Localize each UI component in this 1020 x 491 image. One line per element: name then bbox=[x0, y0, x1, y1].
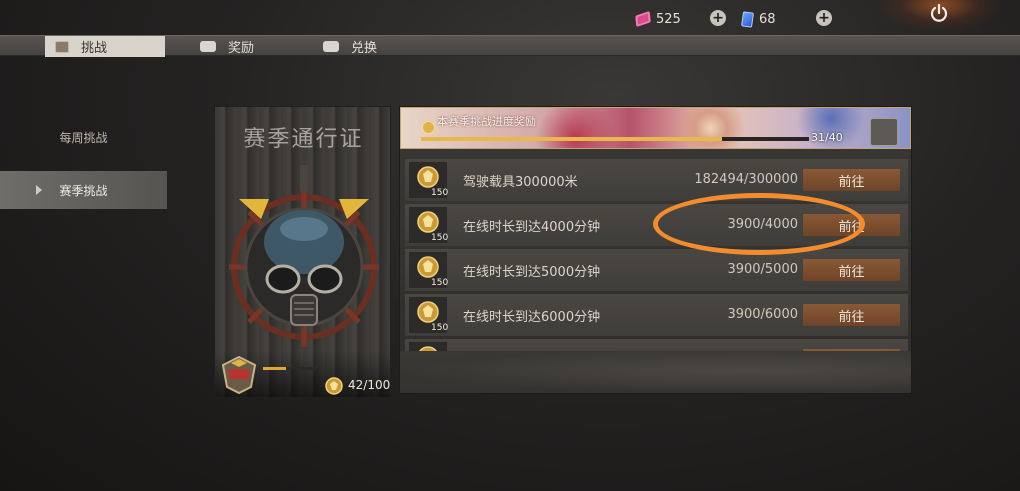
power-icon[interactable] bbox=[929, 3, 949, 23]
tab-label: 兑换 bbox=[351, 41, 378, 56]
challenge-title: 在线时长到达5000分钟 bbox=[463, 265, 601, 280]
level-badge-icon bbox=[221, 355, 257, 395]
challenge-icon bbox=[55, 40, 69, 53]
goto-button[interactable]: 前往 bbox=[803, 169, 900, 191]
medal-coin-icon bbox=[417, 166, 439, 188]
tab-label: 挑战 bbox=[81, 41, 108, 56]
pass-title: 赛季通行证 bbox=[243, 127, 364, 152]
challenge-panel: 本赛季挑战进度奖励 31/40 150 驾驶载具300000米 182494/3… bbox=[399, 106, 912, 394]
card-amount: 68 bbox=[759, 11, 776, 27]
medal-coin-icon bbox=[417, 211, 439, 233]
tab-label: 奖励 bbox=[228, 41, 255, 56]
coin-icon bbox=[325, 377, 343, 395]
reward-icon-box: 150 bbox=[409, 297, 449, 333]
reward-amount: 150 bbox=[431, 233, 449, 243]
banner-label: 本赛季挑战进度奖励 bbox=[437, 115, 536, 128]
challenge-progress: 3900/6000 bbox=[727, 307, 798, 322]
goto-button[interactable]: 前往 bbox=[803, 259, 900, 281]
pass-progress-bar bbox=[263, 367, 317, 370]
reward-amount: 150 bbox=[431, 278, 449, 288]
annotation-circle bbox=[653, 193, 865, 255]
sidebar-item-season[interactable]: 赛季挑战 bbox=[0, 171, 167, 209]
ticket-currency: 525 bbox=[635, 9, 681, 29]
season-pass-card[interactable]: 赛季通行证 42/100 bbox=[214, 106, 391, 398]
reward-chest-icon[interactable] bbox=[870, 118, 898, 146]
challenge-list[interactable]: 150 驾驶载具300000米 182494/300000 前往 150 在线时… bbox=[405, 159, 908, 351]
tab-bar: 挑战 奖励 兑换 bbox=[0, 35, 1020, 57]
reward-box-icon bbox=[200, 41, 216, 52]
add-ticket-button[interactable]: + bbox=[710, 10, 726, 26]
sidebar-item-weekly[interactable]: 每周挑战 bbox=[0, 118, 167, 156]
medal-coin-icon bbox=[417, 301, 439, 323]
reward-amount: 150 bbox=[431, 323, 449, 333]
ticket-icon bbox=[635, 10, 651, 28]
challenge-title: 在线时长到达6000分钟 bbox=[463, 310, 601, 325]
exchange-box-icon bbox=[323, 41, 339, 52]
challenge-title: 在线时长到达4000分钟 bbox=[463, 220, 601, 235]
card-currency: 68 bbox=[741, 9, 776, 29]
challenge-progress: 3900/5000 bbox=[727, 262, 798, 277]
ticket-amount: 525 bbox=[656, 11, 681, 27]
pass-count: 42/100 bbox=[348, 378, 391, 392]
challenge-row bbox=[405, 339, 908, 351]
selected-arrow-icon bbox=[36, 185, 42, 195]
challenge-row: 150 驾驶载具300000米 182494/300000 前往 bbox=[405, 159, 908, 201]
banner-progress-count: 31/40 bbox=[811, 131, 843, 144]
sidebar-item-label: 每周挑战 bbox=[59, 130, 108, 145]
gas-mask-emblem-icon bbox=[229, 165, 379, 347]
medal-coin-icon bbox=[417, 256, 439, 278]
reward-icon-box: 150 bbox=[409, 162, 449, 198]
pass-progress-fill bbox=[263, 367, 286, 370]
challenge-progress: 182494/300000 bbox=[694, 172, 798, 187]
goto-button[interactable]: 前往 bbox=[803, 304, 900, 326]
reward-amount: 150 bbox=[431, 188, 449, 198]
season-progress-banner: 本赛季挑战进度奖励 31/40 bbox=[400, 107, 911, 149]
tab-exchange[interactable]: 兑换 bbox=[313, 36, 377, 57]
tab-challenge[interactable]: 挑战 bbox=[45, 36, 165, 57]
reward-icon-box: 150 bbox=[409, 252, 449, 288]
add-card-button[interactable]: + bbox=[816, 10, 832, 26]
challenge-row: 150 在线时长到达5000分钟 3900/5000 前往 bbox=[405, 249, 908, 291]
map-decoration bbox=[400, 351, 911, 393]
challenge-title: 驾驶载具300000米 bbox=[463, 175, 578, 190]
card-icon bbox=[741, 10, 754, 28]
banner-coin-icon bbox=[422, 121, 435, 134]
challenge-row: 150 在线时长到达6000分钟 3900/6000 前往 bbox=[405, 294, 908, 336]
reward-icon-box: 150 bbox=[409, 207, 449, 243]
banner-progress-fill bbox=[421, 137, 722, 141]
reward-icon-box bbox=[409, 342, 447, 351]
sidebar-item-label: 赛季挑战 bbox=[59, 183, 108, 198]
tab-reward[interactable]: 奖励 bbox=[190, 36, 254, 57]
banner-progress-bar bbox=[421, 137, 809, 141]
